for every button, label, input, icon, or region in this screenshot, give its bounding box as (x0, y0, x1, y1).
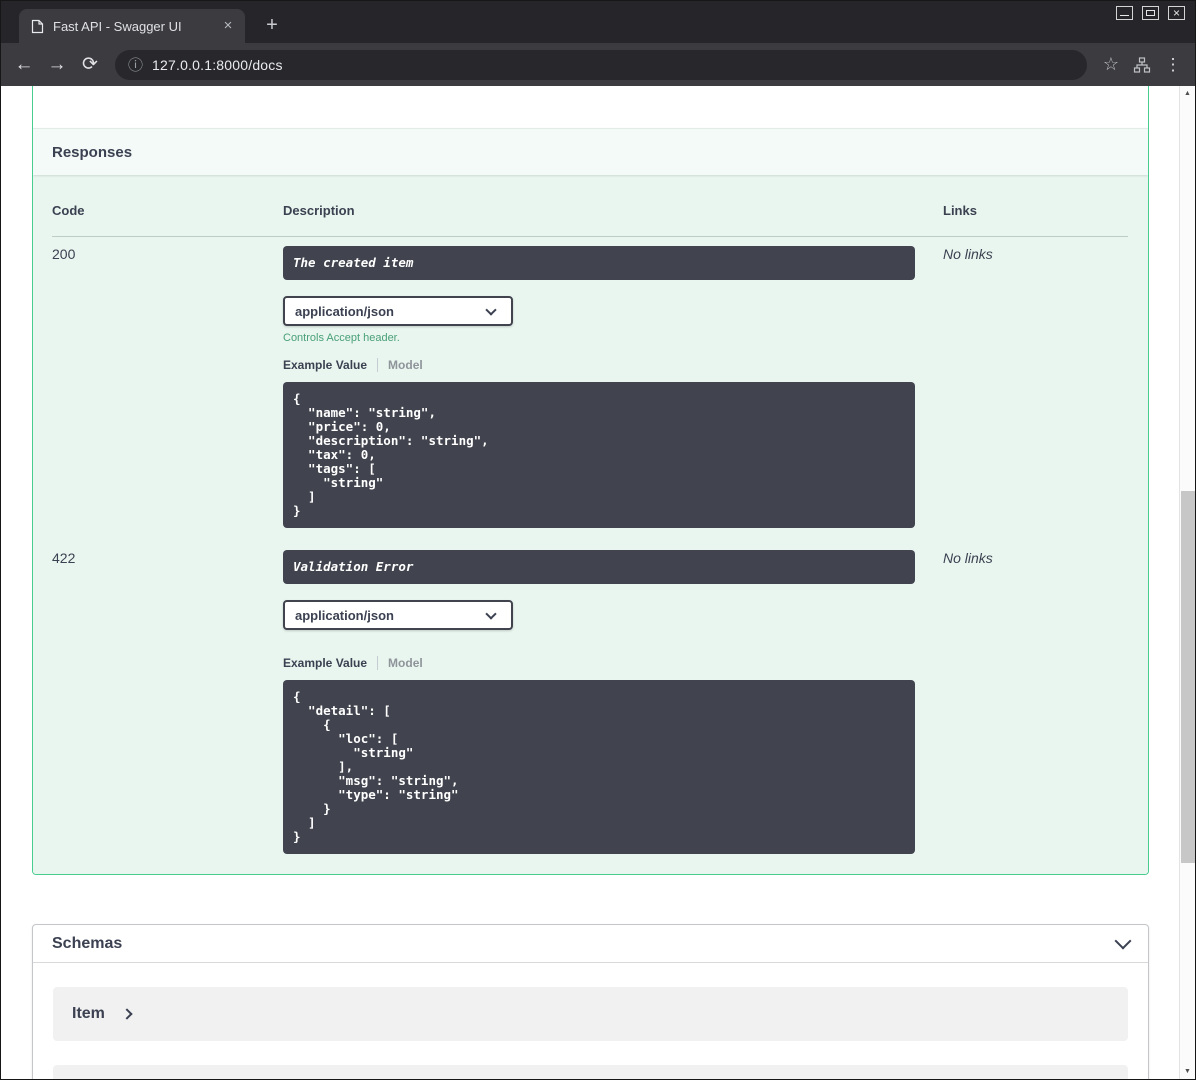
minimize-icon (1120, 15, 1129, 16)
media-type-value: application/json (295, 607, 394, 623)
tabs-divider (377, 656, 379, 670)
window-minimize-button[interactable] (1116, 6, 1133, 20)
sitemap-icon (1133, 56, 1151, 73)
schema-name: Item (72, 1005, 105, 1022)
response-description: Validation Error (283, 550, 915, 584)
opblock-body-top (33, 86, 1148, 128)
column-header-code: Code (52, 203, 85, 218)
kebab-menu-icon: ⋮ (1164, 54, 1182, 74)
response-description-cell: The created item application/json Contro… (283, 246, 943, 528)
browser-window: Fast API - Swagger UI × + × ← → ⟳ ⓘ 127.… (0, 0, 1196, 1080)
chevron-right-icon (121, 1008, 133, 1020)
response-row-200: 200 The created item application/json Co… (52, 237, 1128, 541)
scroll-down-arrow[interactable]: ▼ (1180, 1064, 1195, 1079)
response-description-cell: Validation Error application/json Exampl… (283, 550, 943, 854)
bookmark-star-button[interactable]: ☆ (1097, 51, 1125, 79)
column-header-links: Links (943, 203, 977, 218)
response-row-422: 422 Validation Error application/json Ex… (52, 541, 1128, 854)
window-close-button[interactable]: × (1168, 6, 1185, 20)
browser-titlebar: Fast API - Swagger UI × + × (1, 1, 1195, 43)
chevron-down-icon[interactable] (1114, 932, 1132, 949)
site-info-icon[interactable]: ⓘ (128, 54, 143, 75)
window-controls: × (1116, 6, 1185, 20)
schemas-section: Schemas Item ValidationError (32, 924, 1149, 1079)
responses-title: Responses (52, 143, 133, 161)
example-json-block: { "detail": [ { "loc": [ "string" ], "ms… (283, 680, 915, 854)
schema-item-row[interactable]: Item (53, 987, 1128, 1041)
scroll-up-arrow[interactable]: ▲ (1180, 86, 1195, 101)
back-icon: ← (14, 53, 34, 75)
schemas-header[interactable]: Schemas (33, 925, 1148, 963)
browser-tab[interactable]: Fast API - Swagger UI × (19, 9, 245, 43)
media-type-select[interactable]: application/json (283, 296, 513, 326)
example-model-tabs: Example Value Model (283, 656, 943, 670)
chevron-down-icon (485, 304, 497, 316)
schemas-title: Schemas (52, 934, 123, 952)
response-links: No links (943, 550, 993, 566)
response-code: 422 (52, 550, 76, 566)
browser-menu-button[interactable]: ⋮ (1159, 51, 1187, 79)
window-close-icon: × (1172, 6, 1180, 20)
media-type-select[interactable]: application/json (283, 600, 513, 630)
schema-validationerror-row[interactable]: ValidationError (53, 1065, 1128, 1079)
tab-close-icon[interactable]: × (219, 17, 237, 35)
column-header-description: Description (283, 203, 355, 218)
new-tab-button[interactable]: + (259, 13, 285, 39)
forward-button[interactable]: → (42, 50, 72, 80)
post-operation-block: Responses Code Description Links 200 The… (32, 86, 1149, 875)
forward-icon: → (47, 53, 67, 75)
window-maximize-button[interactable] (1142, 6, 1159, 20)
response-links: No links (943, 246, 993, 262)
responses-table-header: Code Description Links (52, 203, 1128, 237)
url-text: 127.0.0.1:8000/docs (152, 56, 283, 73)
tabs-divider (377, 358, 379, 372)
responses-table: Code Description Links 200 The created i… (33, 175, 1148, 874)
media-type-value: application/json (295, 303, 394, 319)
back-button[interactable]: ← (9, 50, 39, 80)
chevron-down-icon (485, 608, 497, 620)
tab-example-value[interactable]: Example Value (283, 358, 367, 372)
example-json-block: { "name": "string", "price": 0, "descrip… (283, 382, 915, 528)
swagger-page: Responses Code Description Links 200 The… (1, 86, 1179, 1079)
accept-header-note: Controls Accept header. (283, 332, 400, 344)
scrollbar-thumb[interactable] (1181, 491, 1195, 863)
tab-model[interactable]: Model (388, 656, 423, 670)
response-code: 200 (52, 246, 76, 262)
star-icon: ☆ (1102, 54, 1120, 74)
response-description: The created item (283, 246, 915, 280)
side-panel-button[interactable] (1128, 51, 1156, 79)
tab-model[interactable]: Model (388, 358, 423, 372)
responses-section-header: Responses (33, 128, 1148, 175)
tab-example-value[interactable]: Example Value (283, 656, 367, 670)
maximize-icon (1146, 10, 1155, 16)
address-bar[interactable]: ⓘ 127.0.0.1:8000/docs (115, 49, 1087, 80)
tab-title: Fast API - Swagger UI (53, 18, 182, 34)
example-model-tabs: Example Value Model (283, 358, 943, 372)
schemas-body: Item ValidationError (33, 963, 1148, 1079)
reload-icon: ⟳ (82, 54, 98, 75)
tab-favicon-icon (31, 19, 44, 33)
browser-toolbar: ← → ⟳ ⓘ 127.0.0.1:8000/docs ☆ ⋮ (1, 43, 1195, 86)
reload-button[interactable]: ⟳ (75, 50, 105, 80)
vertical-scrollbar[interactable]: ▲ ▼ (1179, 86, 1195, 1079)
